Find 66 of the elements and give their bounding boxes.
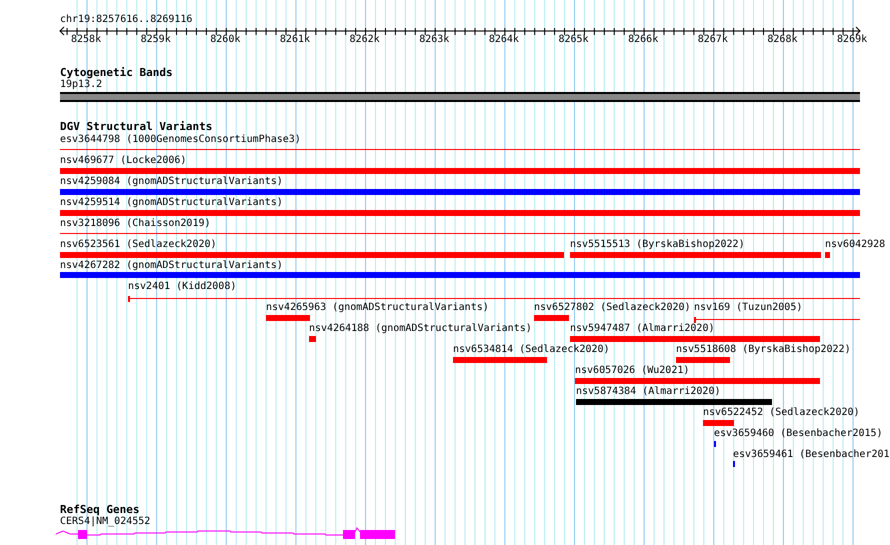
gene-model-drawing[interactable] [56,527,395,539]
variant-label[interactable]: esv3659461 (Besenbacher201 [733,449,890,461]
track-title: Cytogenetic Bands [60,67,173,79]
variant-bar[interactable] [60,272,860,278]
variant-label[interactable]: nsv5515513 (ByrskaBishop2022) [570,239,745,251]
variant-tick[interactable] [733,461,735,467]
ruler-tick-label: 8258k [71,34,102,46]
variant-label[interactable]: nsv4264188 (gnomADStructuralVariants) [309,323,532,335]
track-title: DGV Structural Variants [60,121,212,133]
ruler-tick-label: 8262k [350,34,380,46]
variant-bar[interactable] [266,315,310,321]
ruler-tick-label: 8265k [558,34,589,46]
variant-label[interactable]: nsv469677 (Locke2006) [60,155,186,167]
ruler-tick-label: 8261k [280,34,310,46]
variant-bar[interactable] [570,336,820,342]
variant-label[interactable]: nsv6534814 (Sedlazeck2020) [453,344,610,356]
variant-bar[interactable] [676,357,730,363]
variant-label[interactable]: nsv169 (Tuzun2005) [694,302,802,314]
variant-tick[interactable] [714,441,716,447]
variant-line[interactable] [694,319,860,320]
variant-label[interactable]: nsv6042928 [825,239,886,251]
variant-label[interactable]: nsv6057026 (Wu2021) [575,365,690,377]
chromosome-band[interactable] [60,92,860,102]
variant-bar[interactable] [60,252,564,258]
variant-label[interactable]: nsv6527802 (Sedlazeck2020) [534,302,691,314]
variant-bar[interactable] [60,210,860,216]
variant-label[interactable]: nsv5874384 (Almarri2020) [576,386,720,398]
variant-line[interactable] [128,298,860,299]
variant-bar[interactable] [825,252,830,258]
variant-line[interactable] [60,149,860,150]
variant-label[interactable]: nsv4267282 (gnomADStructuralVariants) [60,260,283,272]
variant-label[interactable]: nsv2401 (Kidd2008) [128,281,236,293]
variant-label[interactable]: nsv4265963 (gnomADStructuralVariants) [266,302,489,314]
variant-label[interactable]: nsv6522452 (Sedlazeck2020) [703,407,860,419]
variant-label[interactable]: nsv4259084 (gnomADStructuralVariants) [60,176,283,188]
gene-label[interactable]: CERS4|NM_024552 [60,516,150,528]
variant-label[interactable]: nsv4259514 (gnomADStructuralVariants) [60,197,283,209]
variant-bar[interactable] [60,168,860,174]
variant-bar[interactable] [60,189,860,195]
variant-label[interactable]: nsv3218096 (Chaisson2019) [60,218,211,230]
ruler-tick-label: 8264k [488,34,519,46]
track-title: RefSeq Genes [60,504,140,516]
variant-bar[interactable] [703,420,734,426]
variant-label[interactable]: nsv5518608 (ByrskaBishop2022) [676,344,851,356]
ruler-tick-label: 8269k [837,34,868,46]
ruler-tick-label: 8266k [628,34,658,46]
ruler-tick-label: 8259k [140,34,171,46]
variant-line[interactable] [60,233,860,234]
variant-start-tick [694,317,696,323]
variant-label[interactable]: esv3659460 (Besenbacher2015) [714,428,883,440]
variant-bar[interactable] [576,399,772,405]
variant-label[interactable]: esv3644798 (1000GenomesConsortiumPhase3) [60,134,301,146]
ruler-tick-label: 8260k [210,34,240,46]
ruler-tick-label: 8267k [698,34,728,46]
variant-label[interactable]: nsv5947487 (Almarri2020) [570,323,714,335]
ruler-tick-label: 8263k [419,34,450,46]
variant-bar[interactable] [570,252,821,258]
variant-bar[interactable] [575,378,820,384]
ruler-tick-label: 8268k [767,34,798,46]
variant-bar[interactable] [453,357,547,363]
band-label: 19p13.2 [60,79,102,91]
variant-bar[interactable] [534,315,569,321]
variant-start-tick [128,296,130,302]
variant-bar[interactable] [309,336,316,342]
variant-label[interactable]: nsv6523561 (Sedlazeck2020) [60,239,217,251]
location-label: chr19:8257616..8269116 [60,14,192,26]
